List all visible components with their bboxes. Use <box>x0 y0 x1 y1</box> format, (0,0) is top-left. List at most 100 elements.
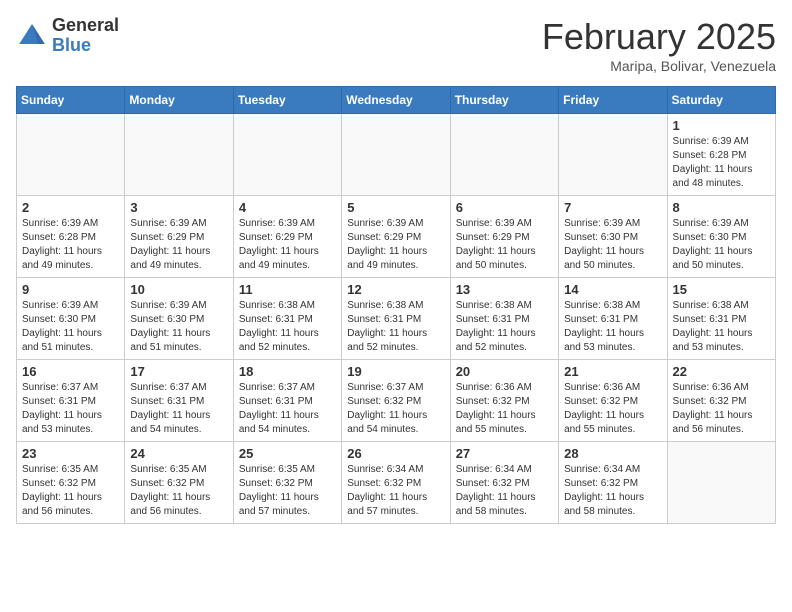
calendar-cell: 20 Sunrise: 6:36 AM Sunset: 6:32 PM Dayli… <box>450 360 558 442</box>
day-number: 11 <box>239 282 336 297</box>
day-info: Sunrise: 6:39 AM Sunset: 6:29 PM Dayligh… <box>239 217 336 273</box>
day-info: Sunrise: 6:36 AM Sunset: 6:32 PM Dayligh… <box>673 381 770 437</box>
calendar-cell: 2 Sunrise: 6:39 AM Sunset: 6:28 PM Daylig… <box>17 196 125 278</box>
day-info: Sunrise: 6:39 AM Sunset: 6:30 PM Dayligh… <box>130 299 227 355</box>
calendar-cell: 11 Sunrise: 6:38 AM Sunset: 6:31 PM Dayli… <box>233 278 341 360</box>
day-number: 27 <box>456 446 553 461</box>
week-row-1: 1 Sunrise: 6:39 AM Sunset: 6:28 PM Daylig… <box>17 114 776 196</box>
logo-general: General <box>52 15 119 35</box>
calendar-cell: 17Sunrise: 6:37 AM Sunset: 6:31 PM Dayli… <box>125 360 233 442</box>
day-info: Sunrise: 6:38 AM Sunset: 6:31 PM Dayligh… <box>239 299 336 355</box>
calendar-cell: 26 Sunrise: 6:34 AM Sunset: 6:32 PM Dayli… <box>342 442 450 524</box>
calendar-table: SundayMondayTuesdayWednesdayThursdayFrid… <box>16 86 776 524</box>
calendar-cell: 13Sunrise: 6:38 AM Sunset: 6:31 PM Dayli… <box>450 278 558 360</box>
header-day-saturday: Saturday <box>667 87 775 114</box>
day-number: 26 <box>347 446 444 461</box>
day-number: 10 <box>130 282 227 297</box>
calendar-header: SundayMondayTuesdayWednesdayThursdayFrid… <box>17 87 776 114</box>
day-number: 23 <box>22 446 119 461</box>
day-info: Sunrise: 6:37 AM Sunset: 6:31 PM Dayligh… <box>130 381 227 437</box>
day-info: Sunrise: 6:34 AM Sunset: 6:32 PM Dayligh… <box>564 463 661 519</box>
calendar-cell <box>667 442 775 524</box>
day-number: 2 <box>22 200 119 215</box>
calendar-cell: 24Sunrise: 6:35 AM Sunset: 6:32 PM Dayli… <box>125 442 233 524</box>
calendar-cell: 28 Sunrise: 6:34 AM Sunset: 6:32 PM Dayli… <box>559 442 667 524</box>
day-info: Sunrise: 6:39 AM Sunset: 6:30 PM Dayligh… <box>673 217 770 273</box>
calendar-cell: 22 Sunrise: 6:36 AM Sunset: 6:32 PM Dayli… <box>667 360 775 442</box>
calendar-cell: 1 Sunrise: 6:39 AM Sunset: 6:28 PM Daylig… <box>667 114 775 196</box>
day-number: 25 <box>239 446 336 461</box>
header-day-tuesday: Tuesday <box>233 87 341 114</box>
calendar-cell: 18Sunrise: 6:37 AM Sunset: 6:31 PM Dayli… <box>233 360 341 442</box>
header-day-thursday: Thursday <box>450 87 558 114</box>
day-number: 28 <box>564 446 661 461</box>
day-number: 14 <box>564 282 661 297</box>
calendar-cell <box>17 114 125 196</box>
calendar-cell: 10 Sunrise: 6:39 AM Sunset: 6:30 PM Dayli… <box>125 278 233 360</box>
calendar-cell: 23Sunrise: 6:35 AM Sunset: 6:32 PM Dayli… <box>17 442 125 524</box>
day-info: Sunrise: 6:38 AM Sunset: 6:31 PM Dayligh… <box>347 299 444 355</box>
day-number: 19 <box>347 364 444 379</box>
calendar-cell: 15 Sunrise: 6:38 AM Sunset: 6:31 PM Dayli… <box>667 278 775 360</box>
day-info: Sunrise: 6:36 AM Sunset: 6:32 PM Dayligh… <box>564 381 661 437</box>
calendar-cell <box>125 114 233 196</box>
day-info: Sunrise: 6:39 AM Sunset: 6:28 PM Dayligh… <box>22 217 119 273</box>
day-number: 12 <box>347 282 444 297</box>
day-info: Sunrise: 6:34 AM Sunset: 6:32 PM Dayligh… <box>456 463 553 519</box>
day-info: Sunrise: 6:39 AM Sunset: 6:29 PM Dayligh… <box>456 217 553 273</box>
location: Maripa, Bolivar, Venezuela <box>542 58 776 74</box>
day-info: Sunrise: 6:38 AM Sunset: 6:31 PM Dayligh… <box>564 299 661 355</box>
calendar-cell <box>559 114 667 196</box>
calendar-cell: 19 Sunrise: 6:37 AM Sunset: 6:32 PM Dayli… <box>342 360 450 442</box>
week-row-4: 16 Sunrise: 6:37 AM Sunset: 6:31 PM Dayli… <box>17 360 776 442</box>
day-info: Sunrise: 6:38 AM Sunset: 6:31 PM Dayligh… <box>673 299 770 355</box>
header-day-friday: Friday <box>559 87 667 114</box>
day-number: 4 <box>239 200 336 215</box>
day-number: 16 <box>22 364 119 379</box>
calendar-cell: 7Sunrise: 6:39 AM Sunset: 6:30 PM Daylig… <box>559 196 667 278</box>
day-number: 15 <box>673 282 770 297</box>
page-header: General Blue February 2025 Maripa, Boliv… <box>16 16 776 74</box>
day-number: 20 <box>456 364 553 379</box>
day-info: Sunrise: 6:35 AM Sunset: 6:32 PM Dayligh… <box>239 463 336 519</box>
calendar-cell: 14 Sunrise: 6:38 AM Sunset: 6:31 PM Dayli… <box>559 278 667 360</box>
day-info: Sunrise: 6:37 AM Sunset: 6:32 PM Dayligh… <box>347 381 444 437</box>
calendar-cell: 25 Sunrise: 6:35 AM Sunset: 6:32 PM Dayli… <box>233 442 341 524</box>
day-info: Sunrise: 6:34 AM Sunset: 6:32 PM Dayligh… <box>347 463 444 519</box>
day-number: 9 <box>22 282 119 297</box>
calendar-cell <box>342 114 450 196</box>
title-block: February 2025 Maripa, Bolivar, Venezuela <box>542 16 776 74</box>
calendar-body: 1 Sunrise: 6:39 AM Sunset: 6:28 PM Daylig… <box>17 114 776 524</box>
calendar-cell: 5 Sunrise: 6:39 AM Sunset: 6:29 PM Daylig… <box>342 196 450 278</box>
day-number: 7 <box>564 200 661 215</box>
day-info: Sunrise: 6:39 AM Sunset: 6:28 PM Dayligh… <box>673 135 770 191</box>
day-number: 22 <box>673 364 770 379</box>
week-row-2: 2 Sunrise: 6:39 AM Sunset: 6:28 PM Daylig… <box>17 196 776 278</box>
day-number: 3 <box>130 200 227 215</box>
header-day-sunday: Sunday <box>17 87 125 114</box>
day-number: 5 <box>347 200 444 215</box>
calendar-cell: 21 Sunrise: 6:36 AM Sunset: 6:32 PM Dayli… <box>559 360 667 442</box>
calendar-cell: 4 Sunrise: 6:39 AM Sunset: 6:29 PM Daylig… <box>233 196 341 278</box>
calendar-cell: 12 Sunrise: 6:38 AM Sunset: 6:31 PM Dayli… <box>342 278 450 360</box>
calendar-cell: 6 Sunrise: 6:39 AM Sunset: 6:29 PM Daylig… <box>450 196 558 278</box>
day-number: 1 <box>673 118 770 133</box>
day-info: Sunrise: 6:39 AM Sunset: 6:29 PM Dayligh… <box>130 217 227 273</box>
logo-blue: Blue <box>52 35 91 55</box>
day-info: Sunrise: 6:39 AM Sunset: 6:30 PM Dayligh… <box>22 299 119 355</box>
day-number: 6 <box>456 200 553 215</box>
header-row: SundayMondayTuesdayWednesdayThursdayFrid… <box>17 87 776 114</box>
calendar-cell: 16Sunrise: 6:37 AM Sunset: 6:31 PM Dayli… <box>17 360 125 442</box>
week-row-5: 23 Sunrise: 6:35 AM Sunset: 6:32 PM Dayli… <box>17 442 776 524</box>
logo: General Blue <box>16 16 119 56</box>
day-info: Sunrise: 6:37 AM Sunset: 6:31 PM Dayligh… <box>239 381 336 437</box>
day-number: 8 <box>673 200 770 215</box>
day-info: Sunrise: 6:35 AM Sunset: 6:32 PM Dayligh… <box>130 463 227 519</box>
logo-text: General Blue <box>52 16 119 56</box>
day-number: 21 <box>564 364 661 379</box>
day-info: Sunrise: 6:39 AM Sunset: 6:29 PM Dayligh… <box>347 217 444 273</box>
day-info: Sunrise: 6:38 AM Sunset: 6:31 PM Dayligh… <box>456 299 553 355</box>
day-info: Sunrise: 6:36 AM Sunset: 6:32 PM Dayligh… <box>456 381 553 437</box>
calendar-cell <box>450 114 558 196</box>
header-day-monday: Monday <box>125 87 233 114</box>
